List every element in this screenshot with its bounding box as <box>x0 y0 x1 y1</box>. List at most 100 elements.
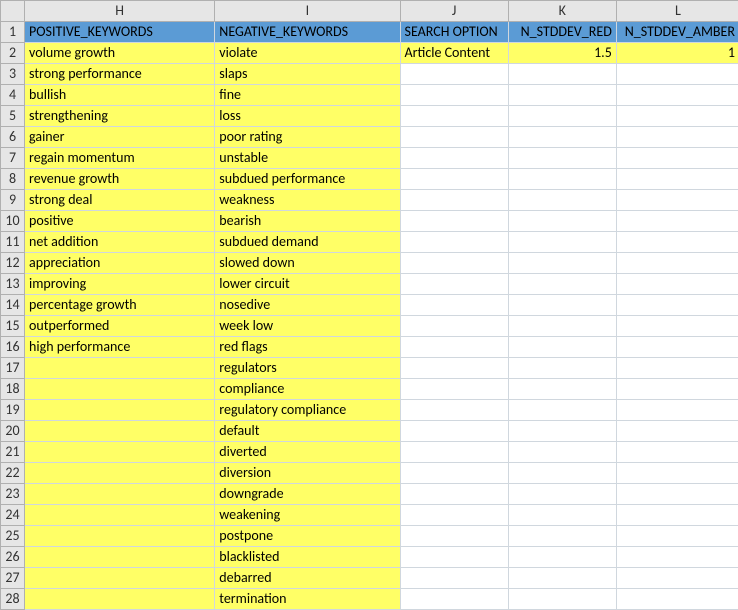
cell-K14[interactable] <box>508 295 616 316</box>
cell-K16[interactable] <box>508 337 616 358</box>
row-header-8[interactable]: 8 <box>1 169 25 190</box>
cell-I6[interactable]: poor rating <box>215 127 400 148</box>
cell-L9[interactable] <box>616 190 738 211</box>
cell-K17[interactable] <box>508 358 616 379</box>
row-header-9[interactable]: 9 <box>1 190 25 211</box>
cell-L21[interactable] <box>616 442 738 463</box>
cell-L7[interactable] <box>616 148 738 169</box>
cell-K6[interactable] <box>508 127 616 148</box>
cell-I16[interactable]: red flags <box>215 337 400 358</box>
cell-H7[interactable]: regain momentum <box>25 148 215 169</box>
cell-K2[interactable]: 1.5 <box>508 43 616 64</box>
cell-K4[interactable] <box>508 85 616 106</box>
select-all-corner[interactable] <box>1 1 25 22</box>
cell-J18[interactable] <box>400 379 508 400</box>
row-header-10[interactable]: 10 <box>1 211 25 232</box>
cell-J8[interactable] <box>400 169 508 190</box>
cell-H22[interactable] <box>25 463 215 484</box>
cell-K1[interactable]: N_STDDEV_RED <box>508 22 616 43</box>
cell-J5[interactable] <box>400 106 508 127</box>
cell-I5[interactable]: loss <box>215 106 400 127</box>
cell-L8[interactable] <box>616 169 738 190</box>
cell-H24[interactable] <box>25 505 215 526</box>
row-header-4[interactable]: 4 <box>1 85 25 106</box>
cell-K15[interactable] <box>508 316 616 337</box>
cell-K12[interactable] <box>508 253 616 274</box>
cell-J11[interactable] <box>400 232 508 253</box>
spreadsheet-grid[interactable]: HIJKL1POSITIVE_KEYWORDSNEGATIVE_KEYWORDS… <box>0 0 738 610</box>
cell-J25[interactable] <box>400 526 508 547</box>
column-header-L[interactable]: L <box>616 1 738 22</box>
cell-K3[interactable] <box>508 64 616 85</box>
cell-J13[interactable] <box>400 274 508 295</box>
cell-I15[interactable]: week low <box>215 316 400 337</box>
cell-I25[interactable]: postpone <box>215 526 400 547</box>
cell-I27[interactable]: debarred <box>215 568 400 589</box>
row-header-17[interactable]: 17 <box>1 358 25 379</box>
cell-J4[interactable] <box>400 85 508 106</box>
cell-L18[interactable] <box>616 379 738 400</box>
cell-K7[interactable] <box>508 148 616 169</box>
cell-I26[interactable]: blacklisted <box>215 547 400 568</box>
cell-L13[interactable] <box>616 274 738 295</box>
cell-L15[interactable] <box>616 316 738 337</box>
cell-I11[interactable]: subdued demand <box>215 232 400 253</box>
cell-I13[interactable]: lower circuit <box>215 274 400 295</box>
row-header-6[interactable]: 6 <box>1 127 25 148</box>
cell-K23[interactable] <box>508 484 616 505</box>
cell-J7[interactable] <box>400 148 508 169</box>
cell-H10[interactable]: positive <box>25 211 215 232</box>
cell-J24[interactable] <box>400 505 508 526</box>
cell-H9[interactable]: strong deal <box>25 190 215 211</box>
cell-H6[interactable]: gainer <box>25 127 215 148</box>
cell-K25[interactable] <box>508 526 616 547</box>
cell-H18[interactable] <box>25 379 215 400</box>
column-header-K[interactable]: K <box>508 1 616 22</box>
cell-I24[interactable]: weakening <box>215 505 400 526</box>
cell-I1[interactable]: NEGATIVE_KEYWORDS <box>215 22 400 43</box>
cell-L23[interactable] <box>616 484 738 505</box>
row-header-5[interactable]: 5 <box>1 106 25 127</box>
cell-H27[interactable] <box>25 568 215 589</box>
cell-L20[interactable] <box>616 421 738 442</box>
cell-I19[interactable]: regulatory compliance <box>215 400 400 421</box>
cell-J9[interactable] <box>400 190 508 211</box>
cell-J27[interactable] <box>400 568 508 589</box>
row-header-23[interactable]: 23 <box>1 484 25 505</box>
cell-I3[interactable]: slaps <box>215 64 400 85</box>
row-header-27[interactable]: 27 <box>1 568 25 589</box>
cell-L12[interactable] <box>616 253 738 274</box>
row-header-11[interactable]: 11 <box>1 232 25 253</box>
cell-H21[interactable] <box>25 442 215 463</box>
row-header-18[interactable]: 18 <box>1 379 25 400</box>
cell-J10[interactable] <box>400 211 508 232</box>
cell-K27[interactable] <box>508 568 616 589</box>
cell-H4[interactable]: bullish <box>25 85 215 106</box>
cell-K21[interactable] <box>508 442 616 463</box>
cell-K10[interactable] <box>508 211 616 232</box>
cell-H16[interactable]: high performance <box>25 337 215 358</box>
cell-H3[interactable]: strong performance <box>25 64 215 85</box>
cell-H25[interactable] <box>25 526 215 547</box>
row-header-3[interactable]: 3 <box>1 64 25 85</box>
cell-L2[interactable]: 1 <box>616 43 738 64</box>
cell-L10[interactable] <box>616 211 738 232</box>
row-header-24[interactable]: 24 <box>1 505 25 526</box>
cell-H14[interactable]: percentage growth <box>25 295 215 316</box>
row-header-25[interactable]: 25 <box>1 526 25 547</box>
cell-I2[interactable]: violate <box>215 43 400 64</box>
cell-K13[interactable] <box>508 274 616 295</box>
cell-H12[interactable]: appreciation <box>25 253 215 274</box>
cell-I22[interactable]: diversion <box>215 463 400 484</box>
cell-L1[interactable]: N_STDDEV_AMBER <box>616 22 738 43</box>
cell-H8[interactable]: revenue growth <box>25 169 215 190</box>
row-header-26[interactable]: 26 <box>1 547 25 568</box>
cell-J17[interactable] <box>400 358 508 379</box>
cell-J12[interactable] <box>400 253 508 274</box>
cell-H17[interactable] <box>25 358 215 379</box>
cell-J6[interactable] <box>400 127 508 148</box>
column-header-I[interactable]: I <box>215 1 400 22</box>
cell-L17[interactable] <box>616 358 738 379</box>
cell-J1[interactable]: SEARCH OPTION <box>400 22 508 43</box>
cell-K8[interactable] <box>508 169 616 190</box>
